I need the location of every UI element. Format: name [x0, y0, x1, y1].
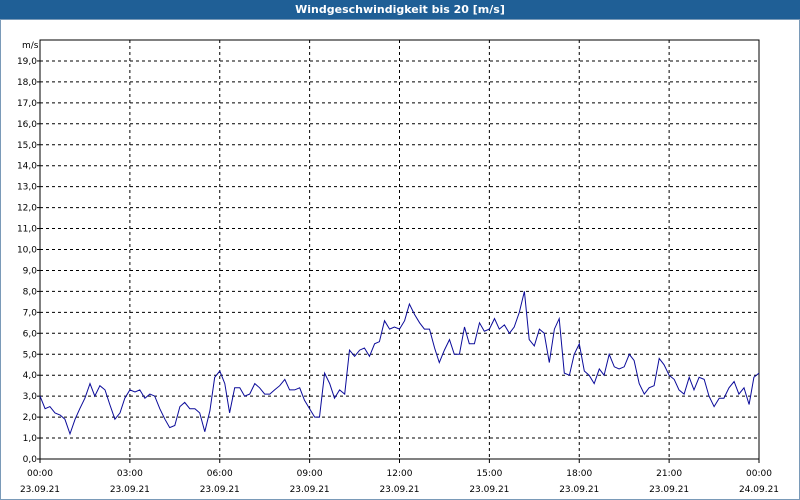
y-tick-label: 6,0 [23, 329, 38, 339]
x-tick-date: 23.09.21 [290, 485, 330, 495]
y-tick-label: 3,0 [23, 392, 38, 402]
y-tick-label: 15,0 [17, 141, 37, 151]
x-tick-date: 23.09.21 [559, 485, 599, 495]
x-tick-time: 03:00 [117, 469, 143, 479]
y-tick-label: 18,0 [17, 78, 37, 88]
y-axis-ticks: 0,0 1,0 2,0 3,0 4,0 5,0 6,0 7,0 8,0 9,0 10,0 11,0 12… [17, 57, 40, 465]
x-tick-date: 23.09.21 [20, 485, 60, 495]
y-tick-label: 16,0 [17, 120, 37, 130]
x-tick-time: 06:00 [207, 469, 233, 479]
x-tick-date: 23.09.21 [200, 485, 240, 495]
x-tick-time: 09:00 [297, 469, 323, 479]
x-tick-date: 24.09.21 [739, 485, 779, 495]
y-tick-label: 14,0 [17, 162, 37, 172]
y-tick-label: 7,0 [23, 308, 38, 318]
x-tick-time: 18:00 [566, 469, 592, 479]
x-tick-time: 12:00 [387, 469, 413, 479]
y-tick-label: 0,0 [23, 455, 38, 465]
x-tick-time: 21:00 [656, 469, 682, 479]
y-tick-label: 4,0 [23, 371, 38, 381]
x-tick-time: 00:00 [746, 469, 772, 479]
y-tick-label: 19,0 [17, 57, 37, 67]
y-axis-label: m/s [22, 41, 39, 51]
y-tick-label: 13,0 [17, 183, 37, 193]
y-tick-label: 1,0 [23, 434, 38, 444]
x-tick-time: 15:00 [476, 469, 502, 479]
y-tick-label: 11,0 [17, 225, 37, 235]
y-tick-label: 9,0 [23, 266, 38, 276]
y-tick-label: 17,0 [17, 99, 37, 109]
x-axis-ticks: 00:00 23.09.21 03:00 23.09.21 06:00 23.09.21 0… [20, 459, 779, 495]
y-tick-label: 2,0 [23, 413, 38, 423]
x-tick-date: 23.09.21 [469, 485, 509, 495]
y-tick-label: 10,0 [17, 246, 37, 256]
x-tick-date: 23.09.21 [110, 485, 150, 495]
y-tick-label: 12,0 [17, 204, 37, 214]
x-tick-time: 00:00 [27, 469, 53, 479]
y-tick-label: 8,0 [23, 287, 38, 297]
line-chart: 0,0 1,0 2,0 3,0 4,0 5,0 6,0 7,0 8,0 9,0 10,0 11,0 12… [17, 39, 779, 495]
x-tick-date: 23.09.21 [379, 485, 419, 495]
x-tick-date: 23.09.21 [649, 485, 689, 495]
y-tick-label: 5,0 [23, 350, 38, 360]
